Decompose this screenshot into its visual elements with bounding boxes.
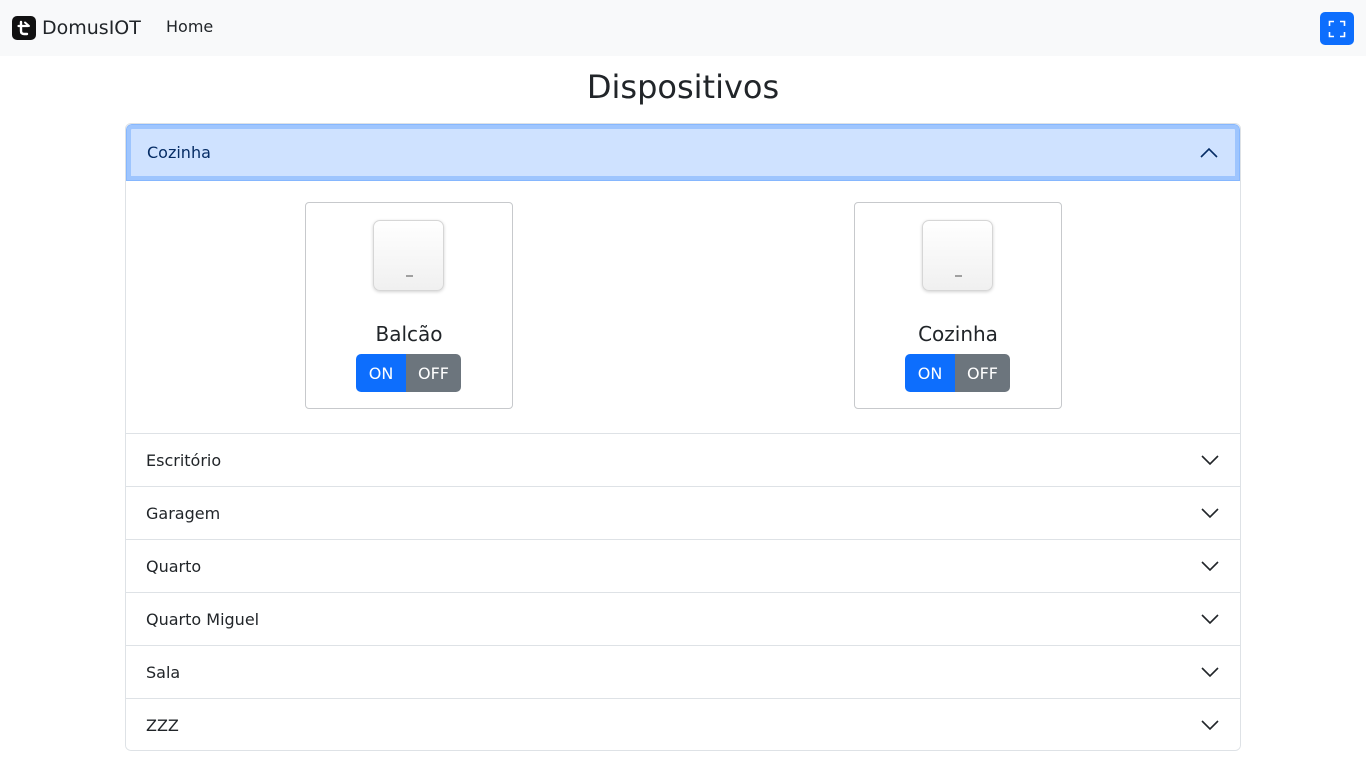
on-button[interactable]: ON <box>905 354 955 392</box>
nav-home-link[interactable]: Home <box>166 17 213 36</box>
accordion-header-cozinha[interactable]: Cozinha <box>126 124 1240 181</box>
light-switch-icon <box>922 220 993 291</box>
accordion-header-garagem[interactable]: Garagem <box>126 486 1240 539</box>
device-name: Balcão <box>375 322 443 346</box>
device-name: Cozinha <box>918 322 998 346</box>
device-card-cozinha: Cozinha ON OFF <box>854 202 1062 409</box>
chevron-down-icon <box>1201 561 1219 572</box>
accordion-header-quarto[interactable]: Quarto <box>126 539 1240 592</box>
accordion-header-zzz[interactable]: ZZZ <box>126 698 1240 750</box>
accordion-header-label: Escritório <box>146 450 222 470</box>
accordion-header-label: Quarto <box>146 556 202 576</box>
accordion-header-escritorio[interactable]: Escritório <box>126 433 1240 486</box>
power-button-group: ON OFF <box>356 354 461 392</box>
accordion-header-label: Sala <box>146 662 181 682</box>
accordion-header-sala[interactable]: Sala <box>126 645 1240 698</box>
light-switch-icon <box>373 220 444 291</box>
chevron-down-icon <box>1201 614 1219 625</box>
chevron-down-icon <box>1201 667 1219 678</box>
device-card-balcao: Balcão ON OFF <box>305 202 513 409</box>
fullscreen-button[interactable] <box>1320 12 1354 45</box>
accordion-body-cozinha: Balcão ON OFF Cozinha ON OFF <box>126 181 1240 433</box>
on-button[interactable]: ON <box>356 354 406 392</box>
chevron-down-icon <box>1201 455 1219 466</box>
accordion-header-label: Cozinha <box>147 143 211 162</box>
tuya-logo-icon <box>12 16 36 40</box>
accordion-header-label: ZZZ <box>146 715 179 735</box>
chevron-down-icon <box>1201 720 1219 731</box>
accordion-header-quarto-miguel[interactable]: Quarto Miguel <box>126 592 1240 645</box>
accordion-header-label: Quarto Miguel <box>146 609 260 629</box>
rooms-accordion: Cozinha Balcão ON OFF Cozinha ON OFF Esc… <box>125 123 1241 751</box>
off-button[interactable]: OFF <box>406 354 461 392</box>
chevron-up-icon <box>1200 147 1218 158</box>
brand-link[interactable]: DomusIOT <box>12 14 141 42</box>
switch-indicator <box>406 275 413 277</box>
top-navbar: DomusIOT Home <box>0 0 1366 56</box>
off-button[interactable]: OFF <box>955 354 1010 392</box>
page-title: Dispositivos <box>586 68 780 106</box>
power-button-group: ON OFF <box>905 354 1010 392</box>
brand-name: DomusIOT <box>42 17 141 39</box>
chevron-down-icon <box>1201 508 1219 519</box>
accordion-header-label: Garagem <box>146 503 221 523</box>
switch-indicator <box>955 275 962 277</box>
fullscreen-icon <box>1328 20 1346 37</box>
